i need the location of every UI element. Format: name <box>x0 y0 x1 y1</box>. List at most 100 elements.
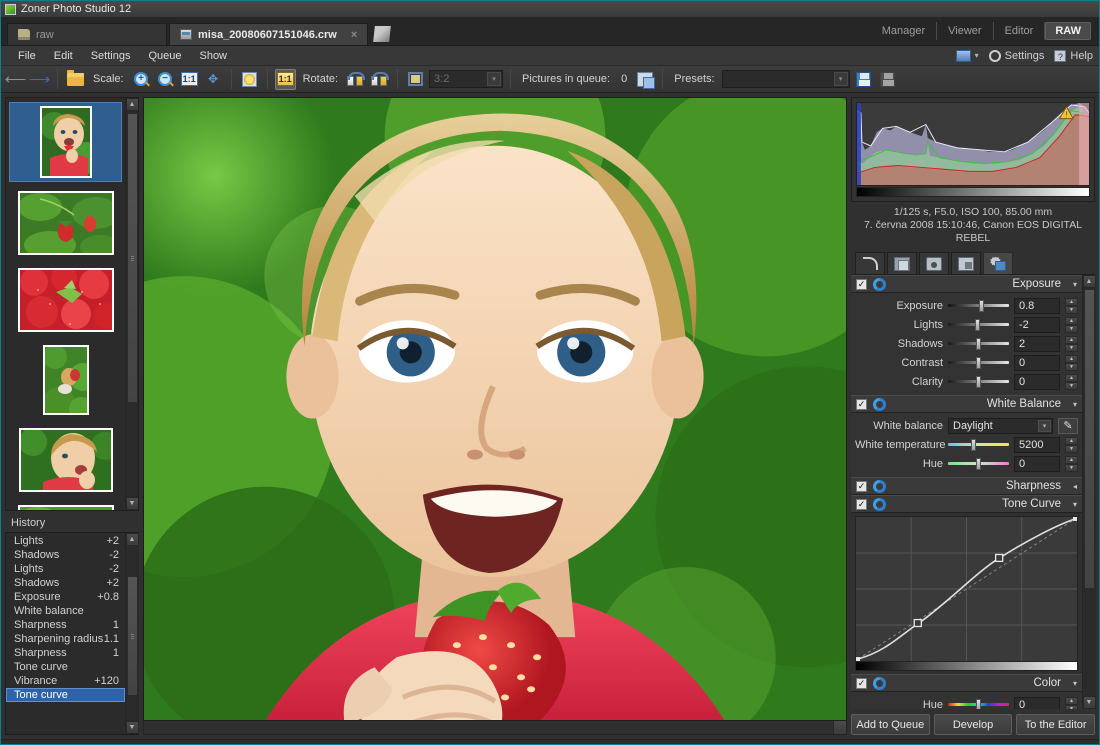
slider-knob[interactable] <box>971 439 976 451</box>
tab-raw-file[interactable]: misa_20080607151046.crw × <box>169 23 368 45</box>
menu-edit[interactable]: Edit <box>45 46 82 66</box>
preview-horizontal-scrollbar[interactable] <box>143 721 847 735</box>
clarity-value[interactable]: 0 <box>1014 374 1060 390</box>
white-temperature-slider[interactable] <box>948 439 1009 451</box>
show-queue-button[interactable] <box>634 69 655 90</box>
sharpness-checkbox[interactable]: ✓ <box>856 481 867 492</box>
presets-select[interactable]: ▾ <box>722 70 850 88</box>
stepper-up[interactable]: ▲ <box>1065 697 1078 705</box>
hue-value[interactable]: 0 <box>1014 697 1060 710</box>
clarity-stepper[interactable]: ▲▼ <box>1065 374 1078 390</box>
tone-curve-editor[interactable] <box>855 516 1078 662</box>
history-row-selected[interactable]: Tone curve <box>6 688 125 702</box>
forward-button[interactable]: ⟶ <box>29 69 50 90</box>
stepper-down[interactable]: ▼ <box>1065 363 1078 371</box>
history-row[interactable]: White balance <box>6 604 125 618</box>
slider-knob[interactable] <box>976 338 981 350</box>
white-balance-select[interactable]: Daylight▾ <box>948 418 1053 434</box>
contrast-stepper[interactable]: ▲▼ <box>1065 355 1078 371</box>
help-button[interactable]: ? Help <box>1054 50 1093 62</box>
reset-icon[interactable] <box>873 498 886 511</box>
scroll-up-button[interactable]: ▲ <box>1083 275 1096 288</box>
scroll-down-button[interactable]: ▼ <box>126 497 139 510</box>
tab-settings[interactable] <box>983 252 1013 274</box>
shadows-stepper[interactable]: ▲▼ <box>1065 336 1078 352</box>
edit-tab-icon[interactable] <box>373 26 391 42</box>
fit-to-window-button[interactable]: ✥ <box>203 69 224 90</box>
lights-stepper[interactable]: ▲▼ <box>1065 317 1078 333</box>
rotate-left-button[interactable] <box>345 69 366 90</box>
wb-hue-value[interactable]: 0 <box>1014 456 1060 472</box>
thumbnail-child-in-strawberry-field[interactable] <box>9 341 122 419</box>
section-header-exposure[interactable]: ✓ Exposure ▾ <box>851 275 1082 293</box>
back-button[interactable]: ⟵ <box>5 69 26 90</box>
slider-knob[interactable] <box>975 319 980 331</box>
history-row[interactable]: Lights-2 <box>6 562 125 576</box>
thumbnail-single-strawberry-leaf[interactable] <box>9 501 122 511</box>
color-checkbox[interactable]: ✓ <box>856 678 867 689</box>
chevron-down-icon[interactable]: ▾ <box>1073 500 1077 509</box>
scrollbar-thumb[interactable] <box>127 113 138 403</box>
scroll-down-button[interactable]: ▼ <box>1083 696 1096 709</box>
chevron-down-icon[interactable]: ▾ <box>1073 280 1077 289</box>
history-row[interactable]: Shadows-2 <box>6 548 125 562</box>
stepper-down[interactable]: ▼ <box>1065 382 1078 390</box>
exposure-stepper[interactable]: ▲▼ <box>1065 298 1078 314</box>
stepper-down[interactable]: ▼ <box>1065 445 1078 453</box>
thumbnail-strawberry-pile[interactable] <box>9 264 122 336</box>
close-icon[interactable]: × <box>343 29 357 41</box>
aspect-ratio-select[interactable]: 3:2 ▾ <box>429 70 503 88</box>
scroll-up-button[interactable]: ▲ <box>126 533 139 546</box>
reset-icon[interactable] <box>873 677 886 690</box>
history-scrollbar[interactable]: ▲ ▼ <box>125 533 138 734</box>
stepper-down[interactable]: ▼ <box>1065 344 1078 352</box>
scrollbar-track[interactable] <box>1083 288 1096 696</box>
chevron-down-icon[interactable]: ▾ <box>1073 400 1077 409</box>
section-header-white-balance[interactable]: ✓ White Balance ▾ <box>851 395 1082 413</box>
history-row[interactable]: Shadows+2 <box>6 576 125 590</box>
adjustments-scrollbar[interactable]: ▲ ▼ <box>1082 275 1095 709</box>
clarity-slider[interactable] <box>948 376 1009 388</box>
stepper-down[interactable]: ▼ <box>1065 325 1078 333</box>
exposure-value[interactable]: 0.8 <box>1014 298 1060 314</box>
rotate-right-button[interactable] <box>369 69 390 90</box>
filmstrip-scrollbar[interactable]: ▲ ▼ <box>125 98 138 510</box>
scrollbar-track[interactable] <box>126 546 139 721</box>
tab-layers[interactable] <box>887 252 917 274</box>
zoom-out-button[interactable]: − <box>155 69 176 90</box>
slider-knob[interactable] <box>976 376 981 388</box>
eyedropper-button[interactable]: ✎ <box>1058 418 1078 434</box>
image-dropdown-button[interactable]: ▾ <box>956 50 979 62</box>
scrollbar-track[interactable] <box>144 721 833 734</box>
pixel-preview-toggle[interactable]: 1:1 <box>275 69 296 90</box>
tab-curve[interactable] <box>855 252 885 274</box>
to-the-editor-button[interactable]: To the Editor <box>1016 714 1095 735</box>
lights-value[interactable]: -2 <box>1014 317 1060 333</box>
add-to-queue-button[interactable]: Add to Queue <box>851 714 930 735</box>
history-row[interactable]: Sharpness1 <box>6 618 125 632</box>
shadows-value[interactable]: 2 <box>1014 336 1060 352</box>
mode-viewer[interactable]: Viewer <box>937 22 993 40</box>
scroll-down-button[interactable]: ▼ <box>126 721 139 734</box>
delete-preset-button[interactable] <box>877 69 898 90</box>
stepper-down[interactable]: ▼ <box>1065 306 1078 314</box>
white-balance-checkbox[interactable]: ✓ <box>856 399 867 410</box>
section-header-color[interactable]: ✓ Color ▾ <box>851 674 1082 692</box>
reset-icon[interactable] <box>873 278 886 291</box>
slider-knob[interactable] <box>976 458 981 470</box>
contrast-slider[interactable] <box>948 357 1009 369</box>
mode-manager[interactable]: Manager <box>871 22 937 40</box>
open-folder-button[interactable] <box>65 69 86 90</box>
section-header-tone-curve[interactable]: ✓ Tone Curve ▾ <box>851 495 1082 513</box>
tone-curve-checkbox[interactable]: ✓ <box>856 499 867 510</box>
tab-save[interactable] <box>951 252 981 274</box>
wb-hue-slider[interactable] <box>948 458 1009 470</box>
tab-camera[interactable] <box>919 252 949 274</box>
mode-raw[interactable]: RAW <box>1045 22 1091 40</box>
scrollbar-thumb[interactable] <box>127 576 138 696</box>
exposure-checkbox[interactable]: ✓ <box>856 279 867 290</box>
menu-file[interactable]: File <box>9 46 45 66</box>
image-preview[interactable] <box>143 97 847 721</box>
menu-show[interactable]: Show <box>190 46 236 66</box>
crop-button[interactable] <box>405 69 426 90</box>
